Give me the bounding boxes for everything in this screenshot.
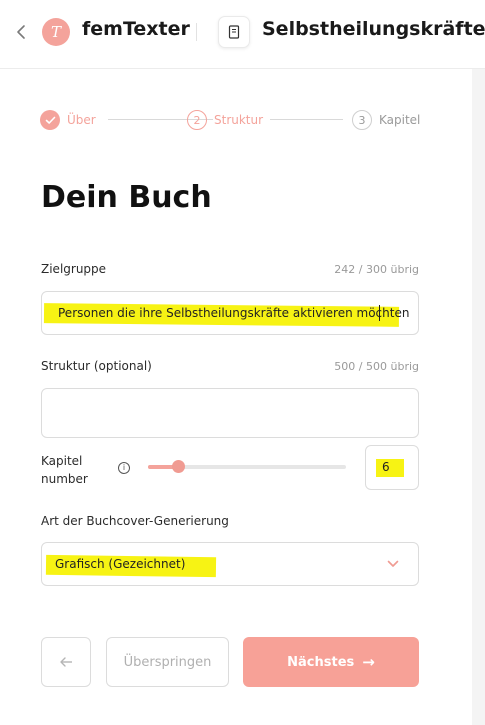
info-icon[interactable]: i bbox=[118, 462, 130, 474]
target-group-counter: 242 / 300 übrig bbox=[334, 263, 419, 276]
skip-label: Überspringen bbox=[123, 654, 212, 670]
chapters-count-input[interactable]: 6 bbox=[365, 445, 419, 490]
next-label: Nächstes bbox=[287, 654, 355, 670]
skip-button[interactable]: Überspringen bbox=[106, 637, 229, 687]
check-icon bbox=[40, 110, 60, 130]
step-about[interactable]: Über bbox=[40, 108, 96, 132]
arrow-right-icon: → bbox=[362, 653, 375, 671]
text-cursor bbox=[379, 305, 380, 321]
next-button[interactable]: Nächstes → bbox=[243, 637, 419, 687]
cover-type-value: Grafisch (Gezeichnet) bbox=[55, 557, 186, 571]
text-highlight bbox=[376, 459, 404, 477]
step-structure[interactable]: 2 Struktur bbox=[187, 108, 263, 132]
arrow-left-icon bbox=[60, 657, 72, 667]
structure-counter: 500 / 500 übrig bbox=[334, 360, 419, 373]
step-label: Kapitel bbox=[379, 113, 421, 127]
book-title: Selbstheilungskräfte bbox=[262, 18, 485, 40]
back-button[interactable] bbox=[41, 637, 91, 687]
header-divider bbox=[196, 23, 197, 41]
book-icon bbox=[228, 25, 240, 39]
step-connector bbox=[270, 119, 343, 120]
stepper: Über 2 Struktur 3 Kapitel bbox=[40, 108, 420, 132]
book-button[interactable] bbox=[218, 16, 250, 48]
chapters-slider[interactable] bbox=[148, 460, 346, 473]
brand-name: femTexter bbox=[82, 18, 190, 40]
step-number: 3 bbox=[352, 110, 372, 130]
cover-type-select[interactable]: Grafisch (Gezeichnet) bbox=[41, 542, 419, 586]
structure-label: Struktur (optional) bbox=[41, 359, 152, 373]
top-bar: T femTexter Selbstheilungskräfte bbox=[0, 0, 485, 69]
step-label: Struktur bbox=[214, 113, 264, 127]
chevron-left-icon[interactable] bbox=[13, 22, 29, 42]
cover-type-label: Art der Buchcover-Generierung bbox=[41, 514, 229, 528]
logo-letter: T bbox=[50, 23, 61, 41]
target-group-value: Personen die ihre Selbstheilungskräfte a… bbox=[58, 306, 410, 320]
target-group-input[interactable]: Personen die ihre Selbstheilungskräfte a… bbox=[41, 291, 419, 335]
target-group-label: Zielgruppe bbox=[41, 262, 107, 276]
step-chapters[interactable]: 3 Kapitel bbox=[352, 108, 420, 132]
structure-input[interactable] bbox=[41, 388, 419, 438]
chapters-label: Kapitel number bbox=[41, 452, 88, 488]
page-title: Dein Buch bbox=[41, 180, 212, 215]
chapters-label-line1: Kapitel bbox=[41, 454, 83, 468]
chevron-down-icon bbox=[387, 560, 399, 567]
slider-thumb[interactable] bbox=[171, 460, 185, 473]
chapters-count-value: 6 bbox=[382, 460, 390, 474]
scrollbar[interactable] bbox=[472, 69, 485, 725]
chapters-label-line2: number bbox=[41, 472, 88, 486]
brand-logo[interactable]: T bbox=[42, 18, 70, 46]
step-number: 2 bbox=[187, 110, 207, 130]
step-label: Über bbox=[67, 113, 96, 127]
